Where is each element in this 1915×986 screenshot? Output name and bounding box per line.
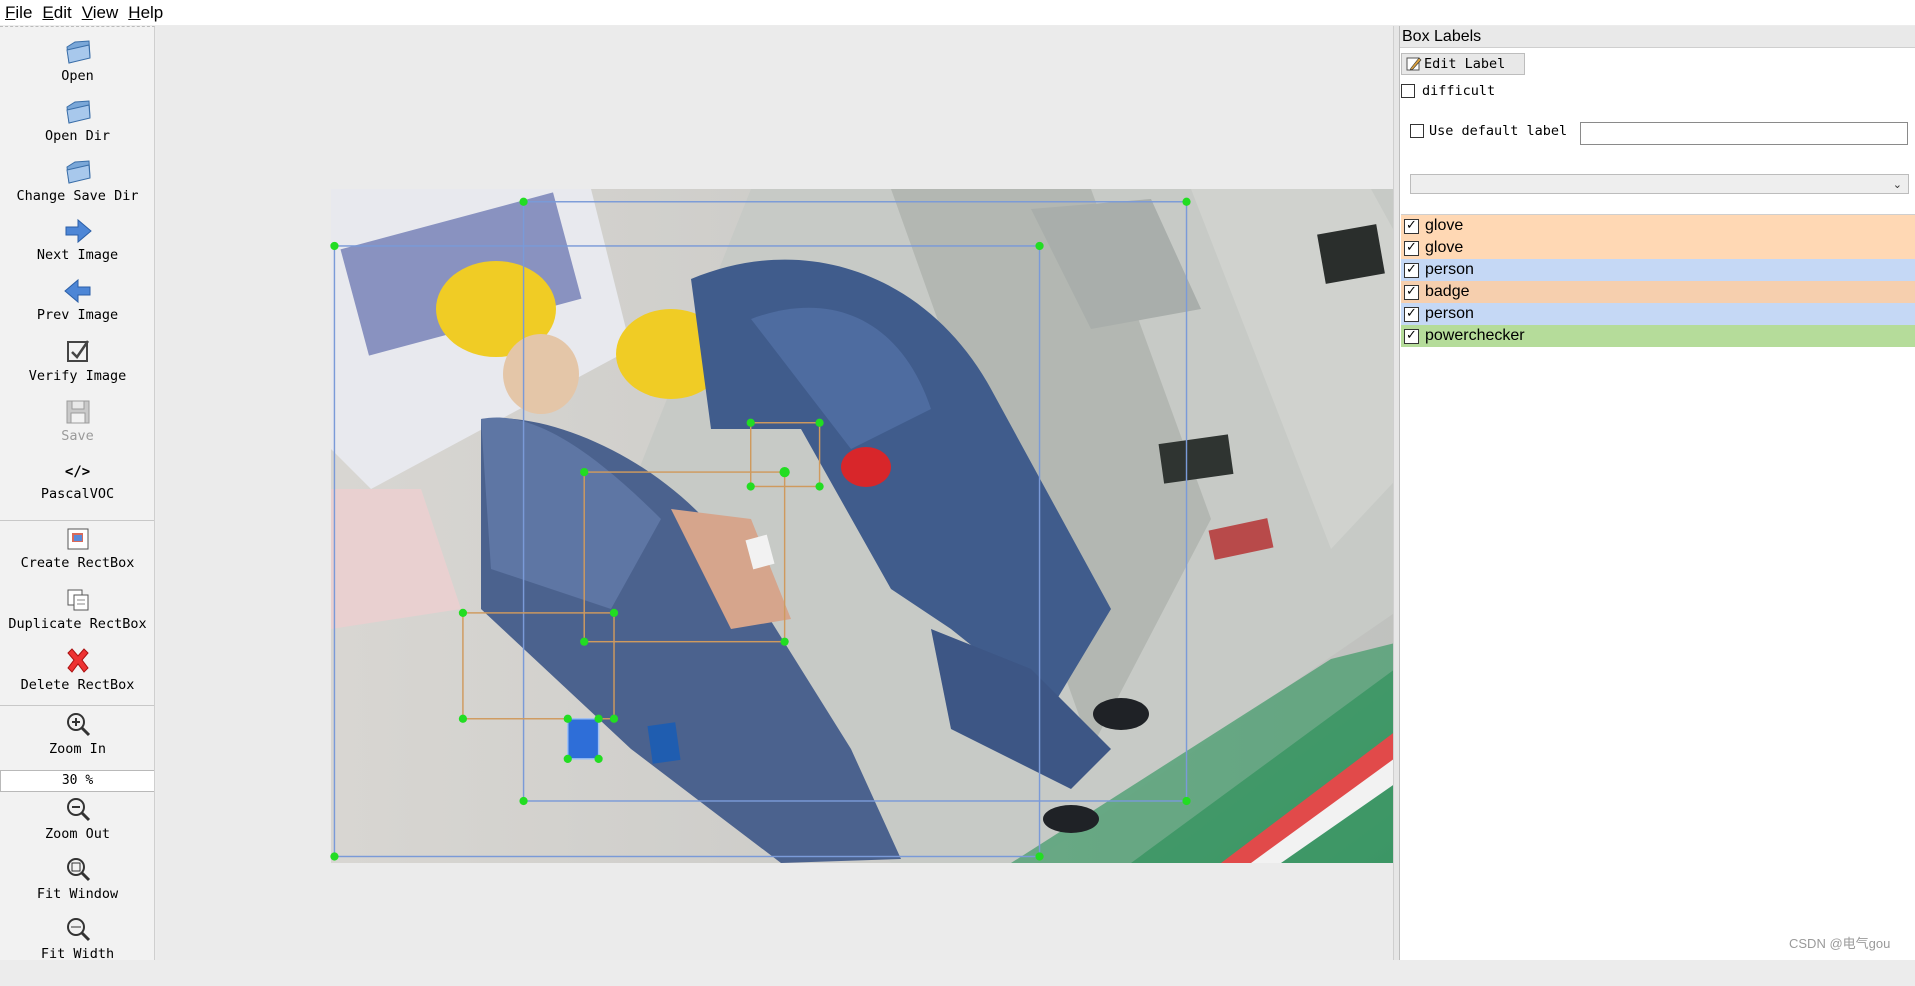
list-item[interactable]: badge — [1401, 281, 1915, 303]
label-checkbox[interactable] — [1404, 239, 1419, 256]
zoom-out-icon — [66, 798, 90, 822]
annotated-photo — [331, 189, 1531, 863]
save-button[interactable]: Save — [0, 397, 154, 444]
folder-icon — [65, 100, 91, 124]
fit-window-button[interactable]: Fit Window — [0, 855, 154, 902]
folder-icon — [65, 160, 91, 184]
edit-icon — [1406, 57, 1422, 71]
arrow-right-icon — [65, 218, 92, 244]
delete-x-icon — [66, 648, 89, 673]
prev-image-button[interactable]: Prev Image — [0, 276, 154, 323]
label-combo-box[interactable]: ⌄ — [1410, 174, 1909, 194]
code-icon: </> — [64, 464, 91, 480]
difficult-label: difficult — [1422, 83, 1496, 99]
list-item[interactable]: glove — [1401, 215, 1915, 237]
list-item[interactable]: person — [1401, 259, 1915, 281]
use-default-label-checkbox[interactable] — [1410, 124, 1424, 138]
label-checkbox[interactable] — [1404, 217, 1419, 234]
duplicate-icon — [67, 589, 88, 611]
change-save-dir-button[interactable]: Change Save Dir — [0, 157, 154, 204]
open-button[interactable]: Open — [0, 37, 154, 84]
tool-bar: Open Open Dir Change Save Dir Next Image… — [0, 26, 155, 960]
open-dir-button[interactable]: Open Dir — [0, 97, 154, 144]
chevron-down-icon: ⌄ — [1892, 178, 1902, 191]
zoom-out-button[interactable]: Zoom Out — [0, 795, 154, 842]
verify-image-button[interactable]: Verify Image — [0, 337, 154, 384]
label-list: glove glove person badge person powerche… — [1401, 214, 1915, 347]
image-canvas[interactable] — [157, 26, 1531, 960]
list-item[interactable]: powerchecker — [1401, 325, 1915, 347]
menu-view[interactable]: View — [77, 0, 124, 25]
fit-window-icon — [66, 858, 90, 882]
watermark-text: CSDN @电气gou — [1789, 936, 1891, 951]
toolbar-separator — [0, 520, 154, 521]
zoom-spinbox[interactable]: 30 % — [0, 770, 154, 792]
edit-label-button[interactable]: Edit Label — [1401, 53, 1525, 75]
zoom-in-button[interactable]: Zoom In — [0, 710, 154, 757]
list-item[interactable]: person — [1401, 303, 1915, 325]
create-rectbox-button[interactable]: Create RectBox — [0, 524, 154, 571]
arrow-left-icon — [63, 278, 90, 304]
folder-icon — [65, 40, 91, 64]
difficult-checkbox[interactable] — [1401, 84, 1415, 98]
label-checkbox[interactable] — [1404, 261, 1419, 278]
next-image-button[interactable]: Next Image — [0, 216, 154, 263]
fit-width-button[interactable]: Fit Width — [0, 915, 154, 960]
label-checkbox[interactable] — [1404, 283, 1419, 300]
format-pascalvoc-button[interactable]: </> PascalVOC — [0, 459, 154, 502]
floppy-icon — [66, 400, 89, 424]
delete-rectbox-button[interactable]: Delete RectBox — [0, 646, 154, 693]
menu-help[interactable]: Help — [123, 0, 168, 25]
checkbox-icon — [66, 340, 89, 362]
use-default-label-text: Use default label — [1429, 123, 1568, 139]
menu-file[interactable]: File — [0, 0, 37, 25]
duplicate-rectbox-button[interactable]: Duplicate RectBox — [0, 585, 154, 632]
label-checkbox[interactable] — [1404, 305, 1419, 322]
create-box-icon — [67, 528, 88, 550]
zoom-in-icon — [66, 713, 90, 737]
fit-width-icon — [66, 918, 90, 942]
toolbar-separator — [0, 705, 154, 706]
menu-bar: File Edit View Help — [0, 0, 1915, 25]
default-label-input[interactable] — [1580, 122, 1908, 145]
menu-edit[interactable]: Edit — [37, 0, 76, 25]
dock-title: Box Labels — [1400, 26, 1915, 48]
difficult-checkbox-row[interactable]: difficult — [1401, 83, 1495, 99]
label-checkbox[interactable] — [1404, 327, 1419, 344]
list-item[interactable]: glove — [1401, 237, 1915, 259]
use-default-label-row[interactable]: Use default label — [1410, 123, 1567, 139]
box-labels-dock: Box Labels Edit Label difficult Use defa… — [1399, 26, 1915, 960]
